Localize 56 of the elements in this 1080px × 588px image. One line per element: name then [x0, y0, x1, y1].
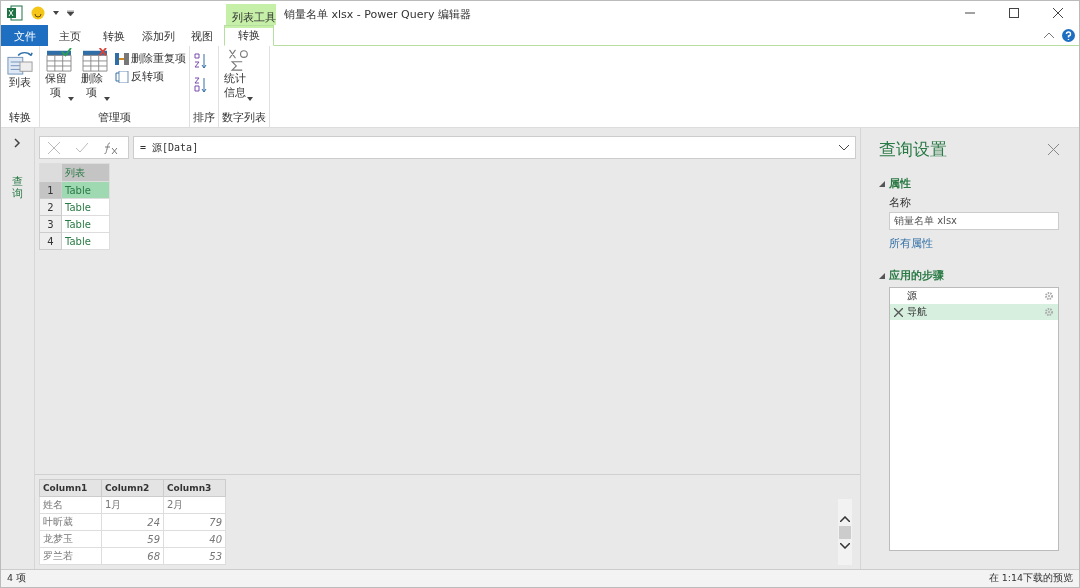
status-text: 在 1:14下载的预览	[988, 572, 1073, 585]
caret-icon	[53, 11, 59, 15]
scroll-bar[interactable]	[838, 499, 852, 565]
expand-chevron-icon[interactable]	[14, 138, 21, 148]
ribbon-button[interactable]: 到表	[4, 48, 36, 110]
ribbon-group-label: 转换	[8, 110, 32, 126]
duplicate-rows-icon	[115, 52, 129, 65]
header-cell	[39, 163, 62, 182]
sort-descending-icon	[193, 76, 207, 94]
reverse-rows-icon	[115, 70, 129, 83]
context-tab-group-label: 列表工具	[226, 4, 276, 25]
file-tab[interactable]: 文件	[1, 25, 48, 46]
scroll-up-icon[interactable]	[840, 515, 850, 522]
delete-step-icon[interactable]	[894, 307, 903, 317]
section-heading: 属性	[889, 177, 911, 191]
ribbon-button[interactable]: 反转项	[115, 69, 186, 84]
table-x-icon	[82, 48, 108, 72]
ribbon-tab[interactable]: 转换	[224, 25, 274, 46]
column-header: Column3	[163, 479, 226, 497]
chevron-down-icon	[839, 144, 849, 151]
customize-caret-icon[interactable]	[67, 10, 74, 16]
table-check-icon	[46, 48, 72, 72]
formula-field[interactable]: = 源[Data]	[133, 136, 856, 159]
ribbon-button[interactable]: 删除项	[79, 48, 111, 110]
ribbon-group-label: 管理项	[97, 110, 132, 126]
scroll-thumb[interactable]	[839, 525, 851, 539]
window-title: 销量名单 xlsx - Power Query 编辑器	[283, 7, 472, 23]
column-header: Column1	[39, 479, 102, 497]
scroll-down-icon[interactable]	[840, 542, 850, 549]
section-heading: 应用的步骤	[889, 269, 944, 283]
ribbon-button[interactable]: 统计信息	[222, 48, 254, 110]
column-header: Column2	[101, 479, 164, 497]
field-label: 名称	[888, 195, 912, 210]
check-icon[interactable]	[76, 142, 88, 153]
status-text: 4 项	[7, 572, 27, 585]
smiley-icon[interactable]	[31, 6, 45, 20]
ribbon-group-label: 数字列表	[222, 110, 266, 126]
close-icon[interactable]	[1053, 8, 1063, 18]
collapse-ribbon-icon[interactable]	[1044, 32, 1054, 38]
ribbon-button[interactable]: 保留项	[43, 48, 75, 110]
function-icon[interactable]	[104, 141, 118, 154]
spreadsheet-app-icon	[7, 5, 23, 21]
pane-title: 查询设置	[879, 138, 947, 161]
triangle-icon	[879, 273, 885, 279]
ribbon-group-label: 排序	[193, 110, 215, 126]
help-icon[interactable]	[1062, 28, 1075, 42]
all-properties-link[interactable]: 所有属性	[879, 236, 1059, 251]
column-header: 列表	[61, 163, 110, 182]
sort-ascending-icon	[193, 52, 207, 70]
triangle-icon	[879, 181, 885, 187]
queries-pane-label[interactable]: 查询	[12, 176, 23, 201]
sigma-icon	[227, 48, 249, 72]
ribbon-button[interactable]: 删除重复项	[115, 51, 186, 66]
name-field[interactable]: 销量名单 xlsx	[889, 212, 1059, 230]
maximize-icon[interactable]	[1009, 8, 1019, 18]
applied-step[interactable]: 导航	[890, 304, 1058, 320]
